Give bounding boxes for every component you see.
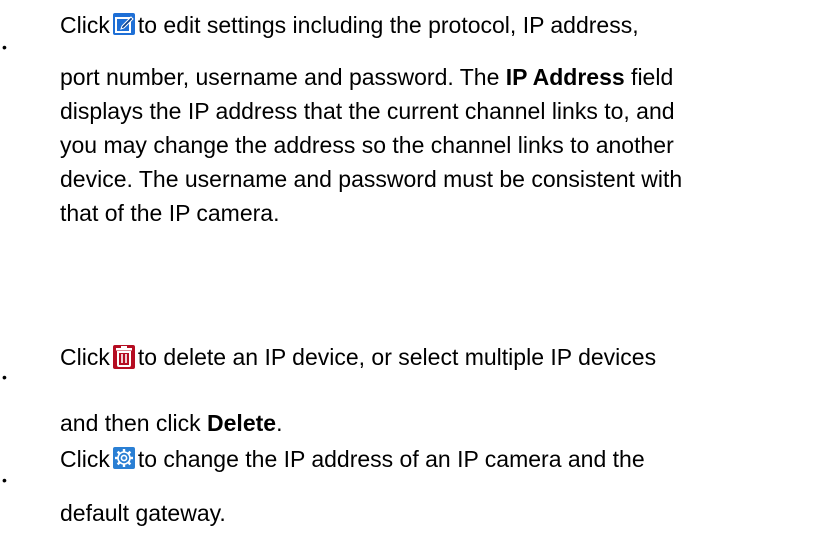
text-segment: and then click [60, 410, 208, 436]
edit-description: to edit settings including the protocol,… [137, 12, 639, 38]
delete-description: to delete an IP device, or select multip… [137, 344, 657, 370]
click-text: Click [60, 446, 110, 472]
bullet: • [2, 472, 7, 488]
text-segment: port number, username and password. The [60, 64, 506, 90]
text-line: displays the IP address that the current… [60, 98, 675, 124]
text-line: port number, username and password. The … [60, 60, 673, 94]
text-line: and then click Delete. [60, 406, 282, 440]
bold-delete: Delete [207, 410, 277, 436]
bullet: • [2, 369, 7, 385]
text-line: default gateway. [60, 500, 226, 526]
text-line: that of the IP camera. [60, 200, 280, 226]
edit-icon [112, 13, 135, 35]
gear-icon [112, 447, 135, 469]
click-text: Click [60, 12, 110, 38]
bullet: • [2, 39, 7, 55]
text-line: Click to edit settings including the pro… [60, 8, 639, 42]
bold-ip-address: IP Address [505, 64, 625, 90]
text-segment: field [624, 64, 674, 90]
text-line: Click to change the IP address of an IP … [60, 442, 645, 476]
text-line: Click to delete an IP device, or select … [60, 340, 656, 374]
text-line: you may change the address so the channe… [60, 132, 674, 158]
click-text: Click [60, 344, 110, 370]
text-segment: . [276, 410, 283, 436]
gear-description: to change the IP address of an IP camera… [137, 446, 645, 472]
text-line: device. The username and password must b… [60, 166, 683, 192]
delete-icon [112, 345, 135, 369]
